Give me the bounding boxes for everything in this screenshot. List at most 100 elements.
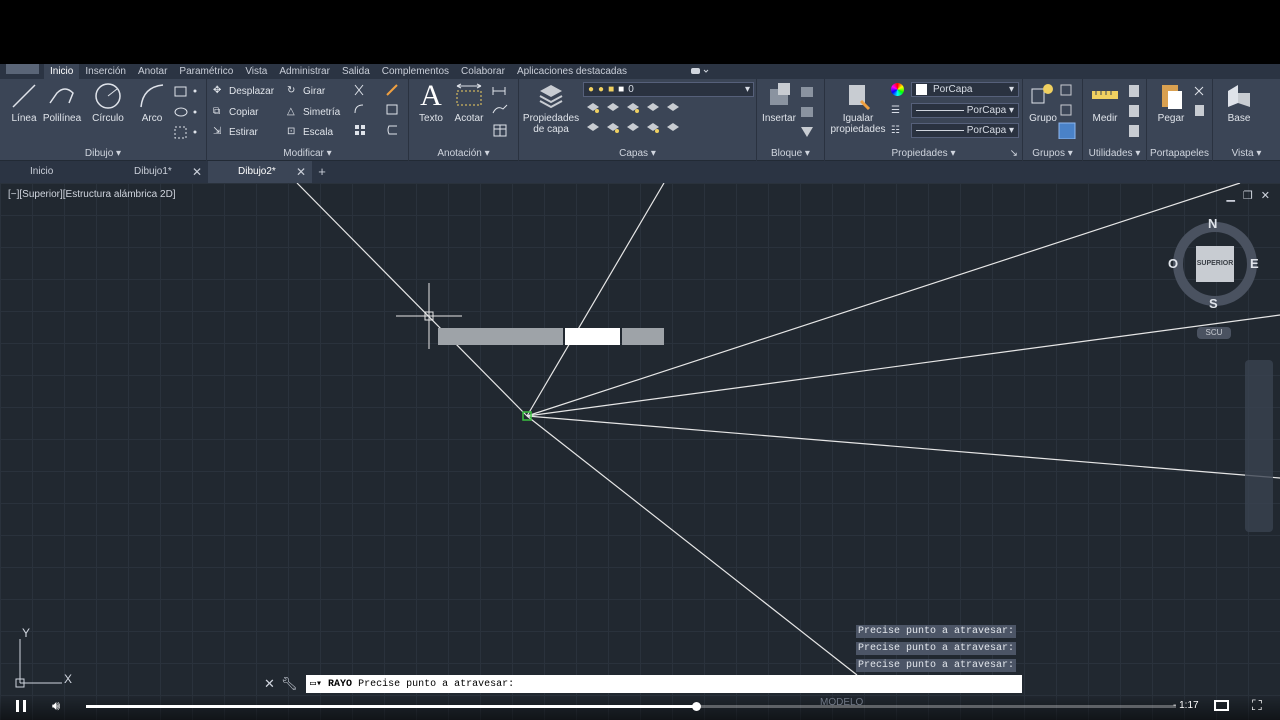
pegar-button[interactable]: Pegar xyxy=(1149,81,1193,137)
volume-icon[interactable]: 🔊︎ xyxy=(52,698,60,714)
viewcube-face-superior[interactable]: SUPERIOR xyxy=(1196,246,1234,282)
tab-parametrico[interactable]: Paramétrico xyxy=(173,64,239,79)
tab-aplicaciones-destacadas[interactable]: Aplicaciones destacadas xyxy=(511,64,633,79)
compass-south[interactable]: S xyxy=(1209,296,1218,311)
miniplayer-icon[interactable] xyxy=(1214,700,1229,711)
polilinea-button[interactable]: Polilínea xyxy=(40,81,84,137)
panel-utilidades: Medir Utilidades ▾ xyxy=(1083,79,1147,161)
tab-colaborar[interactable]: Colaborar xyxy=(455,64,511,79)
base-label: Base xyxy=(1227,113,1251,124)
acotar-label: Acotar xyxy=(454,113,484,124)
panel-portapapeles-title[interactable]: Portapapeles xyxy=(1147,148,1212,159)
tab-vista[interactable]: Vista xyxy=(239,64,273,79)
panel-bloque: Insertar Bloque ▾ xyxy=(757,79,825,161)
lineweight-icon: ☷ xyxy=(891,125,900,136)
panel-utilidades-title[interactable]: Utilidades ▾ xyxy=(1083,148,1146,159)
panel-modificar-title[interactable]: Modificar ▾ xyxy=(207,148,408,159)
wrench-icon[interactable]: 🔧︎ xyxy=(281,676,298,692)
insertar-button[interactable]: Insertar xyxy=(757,81,801,137)
new-tab-button[interactable]: + xyxy=(312,161,332,183)
medir-button[interactable]: Medir xyxy=(1083,81,1127,137)
minimize-icon[interactable]: ▁ xyxy=(1226,189,1234,202)
propiedades-de-capa-button[interactable]: Propiedades de capa xyxy=(521,81,581,137)
doc-tab-inicio[interactable]: Inicio xyxy=(0,161,104,183)
modify-tools-icons[interactable] xyxy=(351,83,405,139)
compass-east[interactable]: E xyxy=(1250,256,1259,271)
tab-administrar[interactable]: Administrar xyxy=(273,64,336,79)
command-history: Precise punto a atravesar: Precise punto… xyxy=(856,625,1017,676)
ribbon-minimize-icon[interactable] xyxy=(690,67,710,75)
tab-complementos[interactable]: Complementos xyxy=(376,64,455,79)
polilinea-label: Polilínea xyxy=(42,113,82,124)
dynamic-input-field[interactable] xyxy=(438,328,563,345)
tab-anotar[interactable]: Anotar xyxy=(132,64,173,79)
clipboard-tools-icons[interactable] xyxy=(1191,83,1211,123)
color-dropdown[interactable]: PorCapa ▾ xyxy=(911,82,1019,97)
navigation-bar[interactable] xyxy=(1245,360,1273,532)
tab-insercion[interactable]: Inserción xyxy=(79,64,132,79)
panel-dibujo-title[interactable]: Dibujo ▾ xyxy=(0,148,206,159)
ucs-menu-button[interactable]: SCU xyxy=(1197,327,1231,339)
doc-tab-dibujo2[interactable]: Dibujo2* ✕ xyxy=(208,161,312,183)
desplazar-button[interactable]: ✥ Desplazar xyxy=(213,83,274,99)
fullscreen-icon[interactable]: ⛶ xyxy=(1252,697,1262,714)
dynamic-input-active-field[interactable] xyxy=(565,328,620,345)
linetype-dropdown[interactable]: PorCapa ▾ xyxy=(911,103,1019,118)
arco-button[interactable]: Arco xyxy=(130,81,174,137)
svg-text:X: X xyxy=(64,672,72,686)
dimension-icon xyxy=(456,83,482,106)
viewcube[interactable]: SUPERIOR N S E O xyxy=(1168,216,1260,318)
copy-icon: ⧉ xyxy=(213,106,221,117)
move-icon: ✥ xyxy=(213,85,222,96)
command-line: ✕ 🔧︎ ▭▾ RAYO Precise punto a atravesar: xyxy=(262,675,1022,693)
acotar-button[interactable]: Acotar xyxy=(447,81,491,137)
circulo-button[interactable]: Círculo xyxy=(86,81,130,137)
igualar-propiedades-button[interactable]: Igualar propiedades xyxy=(827,81,889,137)
close-icon[interactable]: ✕ xyxy=(1261,189,1270,202)
close-icon[interactable]: ✕ xyxy=(192,161,202,183)
panel-capas-title[interactable]: Capas ▾ xyxy=(519,148,756,159)
layer-tools-icons[interactable] xyxy=(585,101,685,139)
compass-west[interactable]: O xyxy=(1168,256,1178,271)
base-button[interactable]: Base xyxy=(1217,81,1261,137)
pause-icon[interactable] xyxy=(16,700,26,712)
application-menu-button[interactable] xyxy=(6,64,39,74)
drawing-canvas[interactable]: [−][Superior][Estructura alámbrica 2D] ▁… xyxy=(0,183,1280,720)
close-icon[interactable]: ✕ xyxy=(296,161,306,183)
viewport-controls-label[interactable]: [−][Superior][Estructura alámbrica 2D] xyxy=(8,189,176,200)
restore-icon[interactable]: ❐ xyxy=(1243,189,1253,202)
girar-button[interactable]: ↻ Girar xyxy=(287,83,325,99)
utility-tools-icons[interactable] xyxy=(1125,83,1145,139)
block-tools-icons[interactable] xyxy=(797,85,821,141)
progress-knob[interactable] xyxy=(692,702,702,711)
annotation-tools-icons[interactable] xyxy=(491,83,517,139)
dynamic-input-field[interactable] xyxy=(622,328,664,345)
linetype-icon: ☰ xyxy=(891,105,900,116)
group-tools-icons[interactable] xyxy=(1057,83,1081,139)
copiar-button[interactable]: ⧉ Copiar xyxy=(213,104,258,120)
close-icon[interactable]: ✕ xyxy=(264,676,275,692)
doc-tab-dibujo1[interactable]: Dibujo1* ✕ xyxy=(104,161,208,183)
layer-dropdown[interactable]: ● ● ■ ■ 0 ▾ xyxy=(583,82,754,97)
command-name: RAYO xyxy=(328,678,353,690)
compass-north[interactable]: N xyxy=(1208,216,1217,231)
panel-anotacion-title[interactable]: Anotación ▾ xyxy=(409,148,518,159)
lineweight-dropdown[interactable]: PorCapa ▾ xyxy=(911,123,1019,138)
tab-salida[interactable]: Salida xyxy=(336,64,376,79)
panel-grupos-title[interactable]: Grupos ▾ xyxy=(1023,148,1082,159)
command-prompt-icon[interactable]: ▭▾ xyxy=(310,678,322,690)
panel-vista-title[interactable]: Vista ▾ xyxy=(1213,148,1280,159)
panel-propiedades-title[interactable]: Propiedades ▾ ↘ xyxy=(825,148,1022,159)
ribbon: Línea Polilínea Círculo Arco Dibujo ▾ ✥ D… xyxy=(0,79,1280,161)
draw-tools-icons[interactable] xyxy=(173,85,201,141)
estirar-button[interactable]: ⇲ Estirar xyxy=(213,124,258,140)
sun-icon: ● xyxy=(598,84,605,95)
tab-inicio[interactable]: Inicio xyxy=(44,64,80,79)
command-prompt: Precise punto a atravesar: xyxy=(358,678,515,690)
simetria-button[interactable]: △ Simetría xyxy=(287,104,340,120)
progress-bar[interactable] xyxy=(86,702,1176,711)
insert-block-icon xyxy=(770,83,790,105)
escala-button[interactable]: ⊡ Escala xyxy=(287,124,333,140)
panel-bloque-title[interactable]: Bloque ▾ xyxy=(757,148,824,159)
command-input[interactable]: ▭▾ RAYO Precise punto a atravesar: xyxy=(306,675,1022,693)
